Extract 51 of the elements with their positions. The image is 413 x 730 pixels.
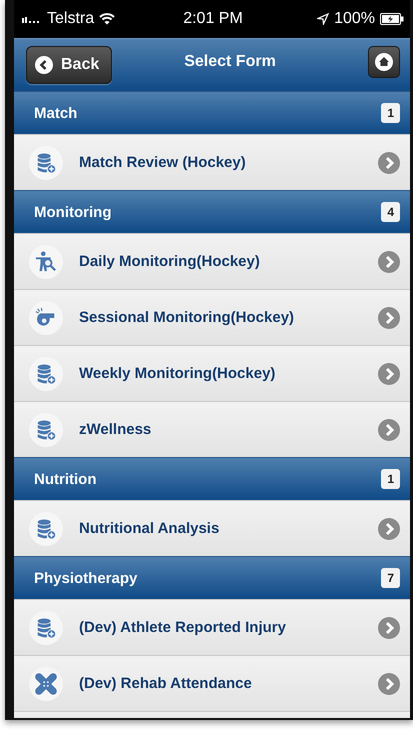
wifi-icon — [99, 13, 116, 25]
chevron-right-icon — [378, 250, 400, 272]
count-badge: 1 — [381, 103, 400, 123]
form-list-item[interactable]: Nutritional Analysis — [14, 500, 410, 556]
form-list-item[interactable]: Daily Monitoring(Hockey) — [14, 233, 410, 289]
section-title: Physiotherapy — [34, 570, 138, 586]
form-name: Daily Monitoring(Hockey) — [79, 253, 261, 270]
form-name: (Dev) Rehab Attendance — [79, 675, 253, 692]
bandage-icon — [35, 672, 57, 694]
form-name: (Dev) Athlete Reported Injury — [79, 619, 287, 636]
chevron-right-icon — [378, 672, 400, 694]
form-name: Sessional Monitoring(Hockey) — [79, 309, 296, 326]
location-arrow-icon — [317, 13, 330, 25]
count-badge: 7 — [381, 568, 400, 588]
chevron-right-icon — [378, 306, 400, 328]
chevron-right-icon — [378, 518, 400, 540]
form-list-item[interactable]: Match Review (Hockey) — [14, 134, 410, 190]
battery-icon — [380, 13, 404, 25]
form-list-item[interactable]: Sessional Monitoring(Hockey) — [14, 289, 410, 345]
database-add-icon — [35, 152, 57, 174]
form-list-item[interactable]: zWellness — [14, 401, 410, 457]
database-add-icon — [35, 518, 57, 540]
section-title: Nutrition — [34, 470, 96, 488]
signal-icon — [22, 15, 42, 23]
count-badge: 4 — [381, 202, 400, 222]
battery-percent: 100% — [334, 10, 375, 28]
form-name: Nutritional Analysis — [79, 520, 220, 537]
whistle-icon — [35, 306, 57, 328]
count-badge: 1 — [381, 469, 400, 489]
database-add-icon — [35, 362, 57, 384]
database-add-icon — [35, 418, 57, 440]
back-button[interactable]: Back — [26, 46, 112, 84]
form-list-item[interactable]: Weekly Monitoring(Hockey) — [14, 345, 410, 401]
home-button[interactable] — [368, 46, 400, 78]
page-title: Select Form — [184, 53, 276, 71]
chevron-right-icon — [378, 152, 400, 174]
form-name: Match Review (Hockey) — [79, 154, 247, 171]
person-figure-icon — [35, 250, 57, 272]
form-list-item[interactable]: (Dev) Rehab Attendance — [14, 655, 410, 711]
carrier-name: Telstra — [47, 10, 94, 28]
chevron-right-icon — [378, 418, 400, 440]
form-list-item[interactable]: (Dev) Athlete Reported Injury — [14, 599, 410, 655]
chevron-right-icon — [378, 616, 400, 638]
form-name: Weekly Monitoring(Hockey) — [79, 365, 276, 382]
home-icon — [375, 53, 393, 71]
chevron-right-icon — [378, 362, 400, 384]
clock-time: 2:01 PM — [183, 10, 243, 28]
section-title: Monitoring — [34, 204, 112, 220]
form-name: zWellness — [79, 421, 152, 438]
database-add-icon — [35, 616, 57, 638]
section-title: Match — [34, 104, 78, 122]
